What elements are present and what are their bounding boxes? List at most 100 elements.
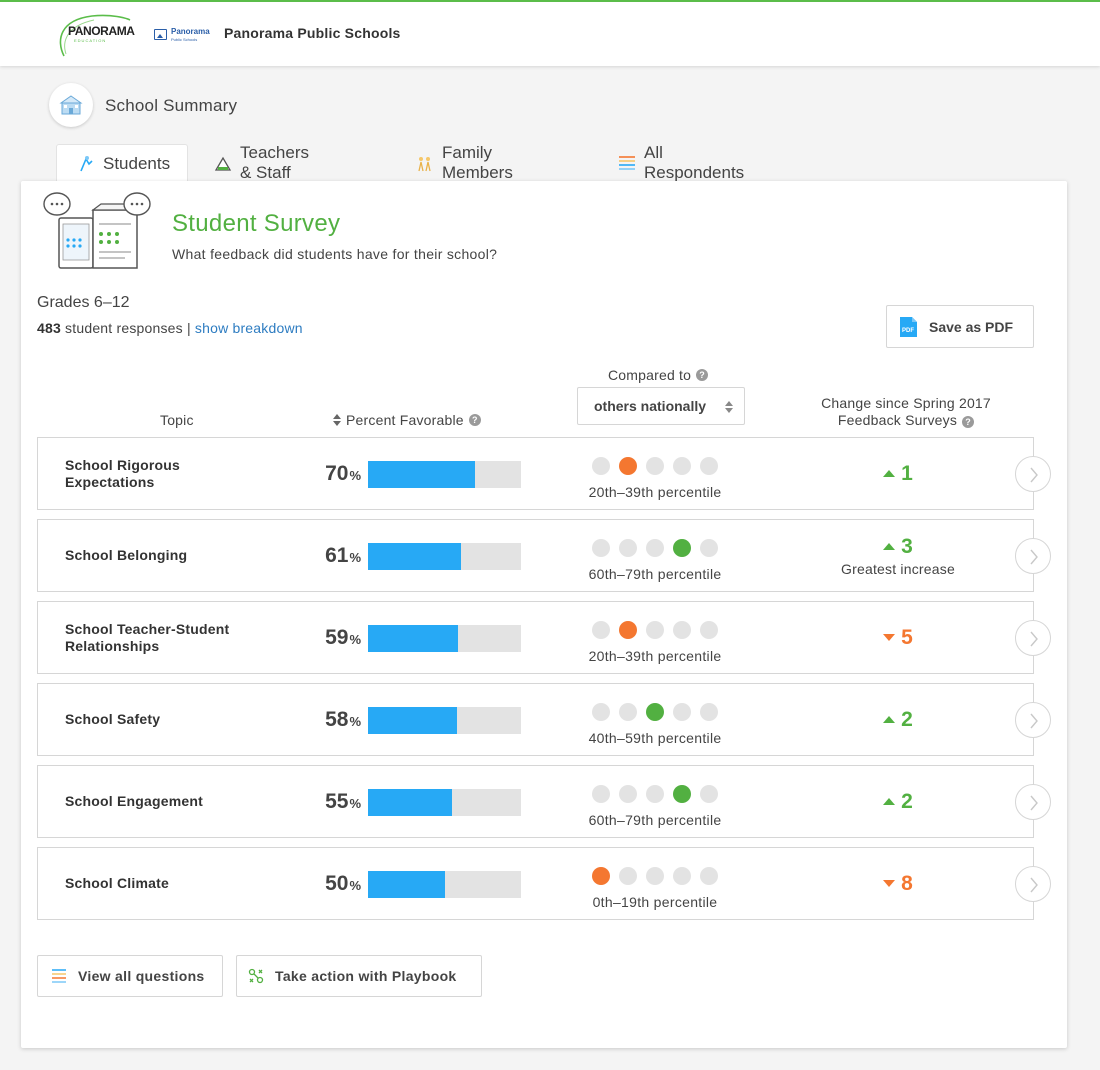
percent-favorable-value: 61% — [325, 544, 361, 568]
triangle-down-icon — [883, 880, 896, 887]
topic-row[interactable]: School Rigorous Expectations 70% 20th–39th… — [37, 437, 1051, 510]
favorable-bar — [368, 543, 521, 570]
percentile-dot — [592, 703, 610, 721]
view-all-questions-button[interactable]: View all questions — [37, 955, 223, 997]
percentile-dot — [700, 621, 718, 639]
percent-number: 55 — [325, 790, 349, 813]
change-indicator: 2 — [833, 684, 963, 755]
percentile-label: 0th–19th percentile — [592, 894, 718, 910]
district-logo-line2: Public Schools — [171, 37, 198, 42]
topic-row[interactable]: School Teacher-Student Relationships 59% 2… — [37, 601, 1051, 674]
percentile-dot — [673, 621, 691, 639]
percentile-dot — [673, 785, 691, 803]
favorable-bar-fill — [368, 871, 445, 898]
change-number: 5 — [901, 625, 913, 649]
topic-name[interactable]: School Rigorous Expectations — [65, 438, 265, 509]
playbook-icon — [247, 967, 265, 985]
tab-students[interactable]: Students — [56, 144, 189, 182]
percentile-dot — [619, 785, 637, 803]
row-details-button[interactable] — [1015, 702, 1051, 738]
survey-subtitle: What feedback did students have for thei… — [172, 246, 498, 262]
tab-teachers-staff[interactable]: Teachers & Staff — [214, 143, 309, 182]
save-pdf-button[interactable]: PDF Save as PDF — [886, 305, 1034, 348]
percent-number: 50 — [325, 872, 349, 895]
percent-unit: % — [349, 632, 361, 647]
percent-unit: % — [349, 878, 361, 893]
percent-favorable-header[interactable]: Percent Favorable ? — [332, 412, 481, 428]
chevron-right-icon — [1030, 549, 1038, 565]
pdf-icon: PDF — [898, 316, 918, 338]
change-indicator: 3 Greatest increase — [833, 520, 963, 591]
logo-subtext: EDUCATION — [74, 38, 107, 43]
row-details-button[interactable] — [1015, 538, 1051, 574]
help-icon[interactable]: ? — [696, 369, 709, 381]
change-number: 2 — [901, 789, 913, 813]
district-name[interactable]: Panorama Public Schools — [224, 25, 401, 41]
percent-unit: % — [349, 550, 361, 565]
percentile-label: 40th–59th percentile — [588, 730, 722, 746]
district-logo: Panorama Public Schools — [154, 27, 214, 43]
percent-number: 59 — [325, 626, 349, 649]
row-details-button[interactable] — [1015, 866, 1051, 902]
percentile-dot — [673, 703, 691, 721]
percentile-dots — [592, 621, 718, 639]
topic-name[interactable]: School Engagement — [65, 766, 265, 837]
percentile-dot — [619, 621, 637, 639]
percent-number: 61 — [325, 544, 349, 567]
help-icon[interactable]: ? — [962, 416, 975, 428]
percentile-dot — [646, 867, 664, 885]
tab-family-members[interactable]: Family Members — [416, 143, 513, 182]
logo-text: PANORAMA — [68, 24, 135, 38]
row-details-button[interactable] — [1015, 784, 1051, 820]
survey-illustration-icon — [43, 192, 151, 269]
student-icon — [77, 155, 95, 173]
favorable-bar — [368, 789, 521, 816]
help-icon[interactable]: ? — [468, 414, 481, 426]
change-column-header: Change since Spring 2017 Feedback Survey… — [796, 395, 1016, 429]
percent-number: 70 — [325, 462, 349, 485]
family-icon — [416, 154, 434, 172]
topic-name[interactable]: School Teacher-Student Relationships — [65, 602, 265, 673]
percentile-dot — [700, 703, 718, 721]
change-number: 1 — [901, 461, 913, 485]
percent-unit: % — [349, 796, 361, 811]
topic-row[interactable]: School Belonging 61% 60th–79th percentile 3… — [37, 519, 1051, 592]
percentile-label: 60th–79th percentile — [588, 812, 722, 828]
favorable-bar-fill — [368, 625, 458, 652]
show-breakdown-link[interactable]: show breakdown — [195, 320, 303, 336]
row-details-button[interactable] — [1015, 620, 1051, 656]
topic-row[interactable]: School Climate 50% 0th–19th percentile 8 — [37, 847, 1051, 920]
topic-name[interactable]: School Safety — [65, 684, 265, 755]
topic-row[interactable]: School Safety 58% 40th–59th percentile 2 — [37, 683, 1051, 756]
row-details-button[interactable] — [1015, 456, 1051, 492]
percentile-dot — [592, 457, 610, 475]
response-text: student responses | — [60, 320, 195, 336]
triangle-up-icon — [883, 470, 896, 477]
change-header-line1: Change since Spring 2017 — [821, 395, 991, 411]
percent-number: 58 — [325, 708, 349, 731]
topic-name[interactable]: School Belonging — [65, 520, 265, 591]
percentile-label: 60th–79th percentile — [588, 566, 722, 582]
tab-label: All Respondents — [644, 143, 745, 182]
percentile-dot — [646, 785, 664, 803]
svg-text:PDF: PDF — [902, 328, 914, 334]
percentile-dot — [646, 457, 664, 475]
survey-title: Student Survey — [172, 210, 341, 237]
chevron-right-icon — [1030, 795, 1038, 811]
panorama-logo[interactable]: PANORAMA EDUCATION — [52, 10, 135, 58]
percent-favorable-value: 58% — [325, 708, 361, 732]
percentile-dots — [592, 703, 718, 721]
percentile-dot — [592, 539, 610, 557]
change-value: 1 — [883, 462, 913, 486]
topic-name[interactable]: School Climate — [65, 848, 265, 919]
comparison-selected-value: others nationally — [594, 398, 707, 414]
percentile-label: 20th–39th percentile — [588, 484, 722, 500]
change-header-line2: Feedback Surveys — [837, 412, 958, 428]
playbook-button[interactable]: Take action with Playbook — [236, 955, 482, 997]
change-indicator: 5 — [833, 602, 963, 673]
tab-all-respondents[interactable]: All Respondents — [618, 143, 745, 182]
topic-row[interactable]: School Engagement 55% 60th–79th percentile… — [37, 765, 1051, 838]
change-number: 2 — [901, 707, 913, 731]
comparison-select[interactable]: others nationally — [577, 387, 745, 425]
compared-to-header: Compared to ? — [608, 367, 709, 383]
